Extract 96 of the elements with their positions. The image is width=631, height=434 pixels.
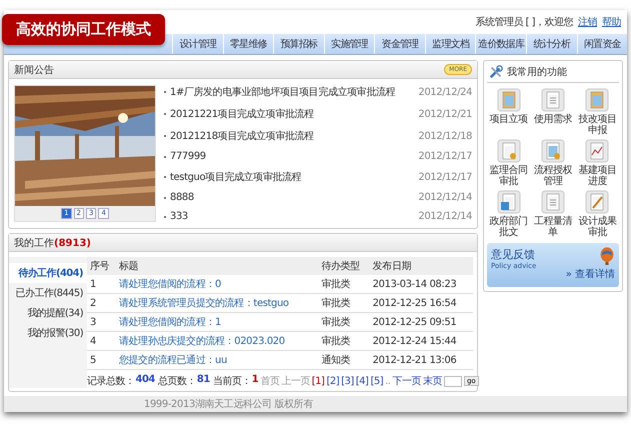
news-date: 2012/12/24 [418,86,472,98]
table-cell: 2 [87,294,116,312]
work-tab[interactable]: 待办工作(404) [9,263,87,283]
document-icon[interactable] [585,88,610,112]
task-link[interactable]: 请处理您借阅的流程：1 [119,317,221,328]
function-label[interactable]: 项目立项 [490,114,528,125]
page-link[interactable]: [3] [341,376,354,386]
nav-item[interactable]: 零星维修 [222,34,274,54]
function-label[interactable]: 监理合同审批 [487,165,530,187]
document-icon[interactable] [540,190,565,214]
footer-text: 1999-2013湖南天工远科公司 版权所有 [4,396,627,412]
news-date: 2012/12/14 [418,192,472,203]
nav-item[interactable]: 统计分析 [526,34,576,54]
summary-label: 当前页： [212,374,251,388]
nav-item[interactable]: 预算招标 [273,34,324,54]
panel-title: 我常用的功能 [507,66,567,79]
pager-link[interactable]: 末页 [422,374,442,388]
task-link[interactable]: 您提交的流程已通过：uu [119,355,227,366]
banner: 高效的协同工作模式 [2,14,165,45]
function-label[interactable]: 政府部门批文 [487,216,530,238]
nav-item[interactable]: 实施管理 [324,34,374,54]
table-cell: 通知类 [318,350,370,370]
column-header: 待办类型 [318,257,370,275]
nav-item[interactable]: 监理文档 [424,34,476,54]
news-link[interactable]: 777999 [170,151,414,162]
news-date: 2012/12/21 [418,108,472,120]
document-icon[interactable] [585,190,610,214]
function-label[interactable]: 设计成果审批 [576,216,619,238]
pager-ellipsis: .. [385,376,390,386]
feedback-title: 意见反馈 [491,247,536,262]
summary-value: 1 [252,374,258,387]
function-label[interactable]: 技改项目申报 [576,114,619,136]
news-link[interactable]: 1#厂房发的电事业部地坪项目项目完成立项审批流程 [170,85,414,99]
table-cell: 审批类 [318,332,370,350]
news-date: 2012/12/18 [418,130,472,142]
summary-label: 总页数： [158,374,196,388]
task-link[interactable]: 请处理系统管理员提交的流程：testguo [119,298,289,309]
news-link[interactable]: 20121218项目完成立项审批流程 [170,129,414,143]
table-cell: 审批类 [318,275,370,294]
document-icon[interactable] [540,88,565,112]
nav-item[interactable]: 造价数据库 [475,34,526,54]
balloon-icon [599,247,615,267]
page-link[interactable]: [2] [326,376,340,386]
column-header: 标题 [116,257,318,275]
table-cell: 2012-12-24 15:44 [370,332,473,350]
document-icon[interactable] [496,88,521,112]
welcome-text: 系统管理员 [ ]，欢迎您 [475,16,573,29]
column-header: 发布日期 [370,257,473,275]
function-label[interactable]: 基建项目进度 [576,165,619,187]
table-cell: 4 [87,332,116,350]
work-tab[interactable]: 已办工作(8445) [9,283,87,303]
table-cell: 3 [87,312,116,332]
header-link[interactable]: 注销 [578,15,597,29]
task-link[interactable]: 请处理孙忠庆提交的流程：02023.020 [119,336,285,347]
news-date: 2012/12/17 [418,151,472,162]
document-icon[interactable] [496,139,521,163]
page-link[interactable]: [4] [356,376,368,386]
work-tab[interactable]: 我的提醒(34) [9,303,87,323]
news-link[interactable]: 8888 [170,192,414,203]
column-header: 序号 [87,257,116,275]
table-cell: 2012-12-21 13:06 [370,350,473,370]
news-date: 2012/12/17 [418,172,472,182]
table-cell: 5 [87,350,116,370]
function-label[interactable]: 流程授权管理 [531,165,575,187]
page-input[interactable] [444,376,462,386]
tools-icon [489,65,503,79]
summary-value: 81 [196,374,210,387]
table-cell: 审批类 [318,294,370,312]
summary-label: 记录总数： [87,374,134,388]
panel-title: 新闻公告 [14,64,54,76]
document-icon[interactable] [496,190,521,214]
news-link[interactable]: 20121221项目完成立项审批流程 [170,107,414,121]
news-link[interactable]: 333 [170,211,414,222]
function-label[interactable]: 使用需求 [534,114,572,125]
details-link[interactable]: » 查看详情 [566,267,615,281]
news-date: 2012/12/14 [418,211,472,222]
document-icon[interactable] [540,139,565,163]
chart-icon[interactable] [585,139,610,163]
table-cell: 2012-12-25 09:51 [370,312,473,332]
panel-title: 我的工作(8913) [14,236,91,250]
page-link[interactable]: [1] [312,376,324,386]
summary-value: 404 [136,374,155,387]
nav-item[interactable]: 资金管理 [374,34,425,54]
table-cell: 2012-12-25 16:54 [370,294,473,312]
news-link[interactable]: testguo项目完成立项审批流程 [170,170,414,184]
function-label[interactable]: 工程量清单 [531,216,575,238]
nav-item[interactable]: 闲置资金 [576,34,628,54]
pager-link[interactable]: 下一页 [392,374,421,388]
nav-item[interactable]: 设计管理 [172,34,223,54]
task-link[interactable]: 请处理您借阅的流程：0 [119,279,221,290]
table-cell: 审批类 [318,312,370,332]
work-tab[interactable]: 我的报警(30) [9,323,87,343]
table-cell: 2013-03-14 08:23 [370,275,473,294]
header-link[interactable]: 帮助 [602,15,621,29]
page-link[interactable]: [5] [370,376,384,386]
table-cell: 1 [87,275,116,294]
